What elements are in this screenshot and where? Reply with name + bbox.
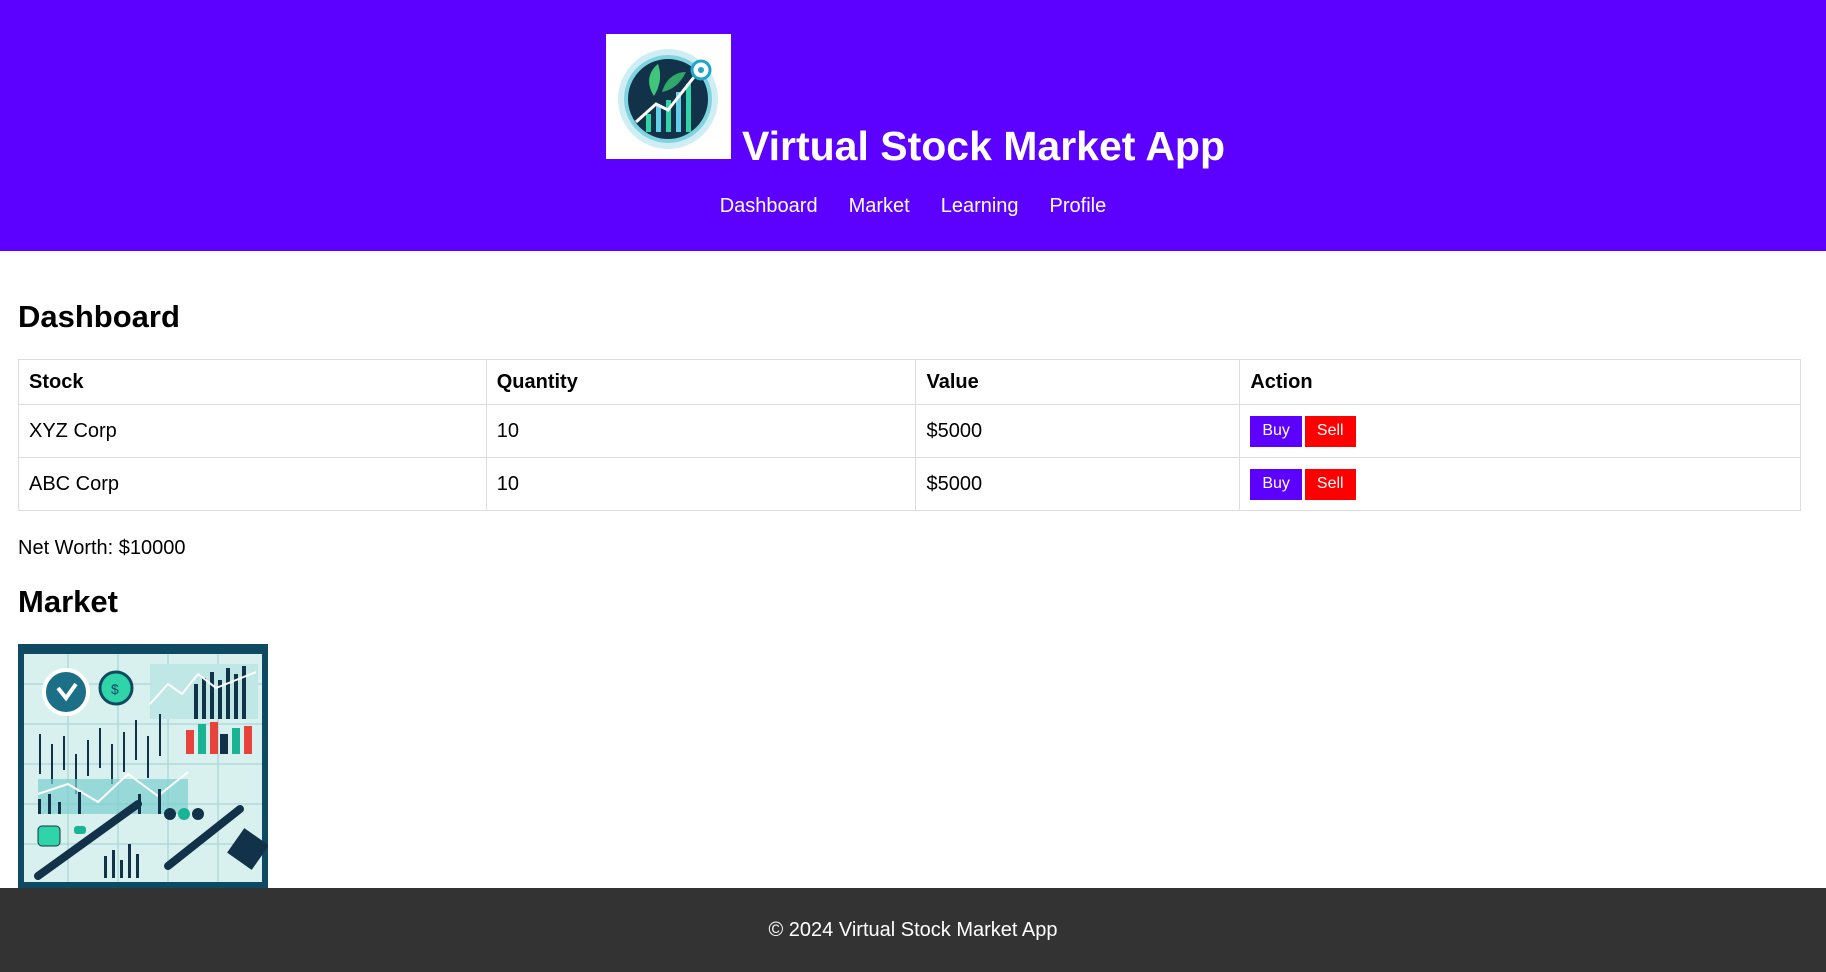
buy-button[interactable]: Buy — [1250, 415, 1302, 447]
action-cell: Buy Sell — [1239, 404, 1801, 458]
quantity-cell: 10 — [485, 457, 917, 511]
nav-profile-link[interactable]: Profile — [1050, 194, 1107, 222]
growth-chart-logo-icon — [606, 34, 731, 159]
market-title: Market — [18, 584, 118, 619]
column-header-quantity: Quantity — [485, 359, 917, 405]
quantity-cell: 10 — [485, 404, 917, 458]
site-header: Virtual Stock Market App Dashboard Marke… — [0, 0, 1826, 251]
main-nav: Dashboard Market Learning Profile — [0, 194, 1826, 222]
stock-name-cell: ABC Corp — [18, 457, 487, 511]
sell-button[interactable]: Sell — [1304, 468, 1356, 500]
svg-text:$: $ — [111, 681, 119, 697]
sell-button[interactable]: Sell — [1304, 415, 1356, 447]
column-header-stock: Stock — [18, 359, 487, 405]
table-row: XYZ Corp 10 $5000 Buy Sell — [18, 404, 1801, 458]
nav-dashboard-link[interactable]: Dashboard — [720, 194, 818, 222]
site-footer: © 2024 Virtual Stock Market App — [0, 888, 1826, 972]
nav-market-link[interactable]: Market — [849, 194, 910, 222]
value-cell: $5000 — [915, 457, 1241, 511]
market-charts-illustration: $ — [18, 644, 268, 889]
stock-name-cell: XYZ Corp — [18, 404, 487, 458]
dashboard-title: Dashboard — [18, 299, 180, 334]
column-header-value: Value — [915, 359, 1241, 405]
app-title: Virtual Stock Market App — [742, 123, 1226, 169]
footer-copyright: © 2024 Virtual Stock Market App — [768, 918, 1058, 941]
action-cell: Buy Sell — [1239, 457, 1801, 511]
column-header-action: Action — [1239, 359, 1801, 405]
holdings-table: Stock Quantity Value Action XYZ Corp 10 … — [18, 359, 1801, 511]
net-worth-text: Net Worth: $10000 — [18, 537, 186, 559]
value-cell: $5000 — [915, 404, 1241, 458]
nav-learning-link[interactable]: Learning — [941, 194, 1019, 222]
table-row: ABC Corp 10 $5000 Buy Sell — [18, 457, 1801, 511]
table-header-row: Stock Quantity Value Action — [18, 359, 1801, 405]
buy-button[interactable]: Buy — [1250, 468, 1302, 500]
